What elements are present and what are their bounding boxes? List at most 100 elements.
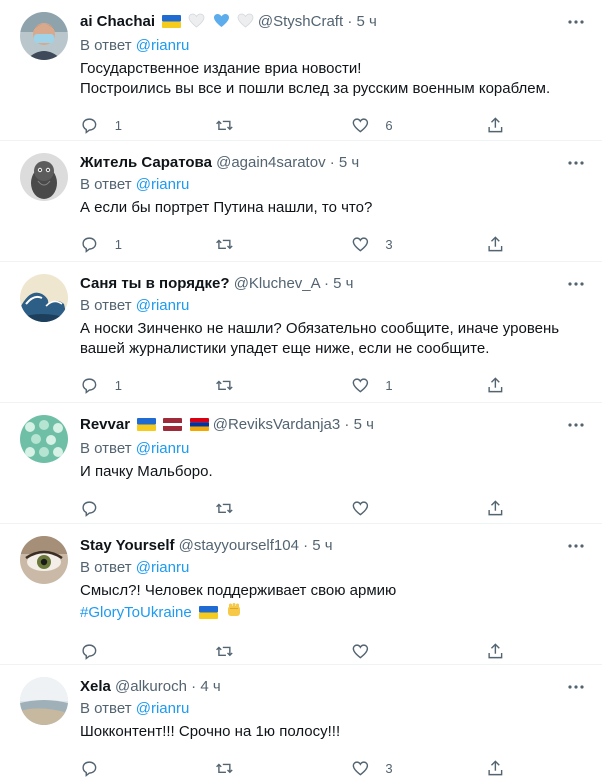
more-options-icon[interactable] — [566, 153, 586, 173]
heart-icon — [352, 501, 368, 516]
tweet-header: ai Chachai @StyshCraft · 5 ч — [80, 12, 586, 34]
retweet-icon — [216, 239, 234, 249]
timestamp[interactable]: 5 ч — [333, 275, 353, 292]
action-bar — [80, 488, 506, 528]
more-options-icon[interactable] — [566, 12, 586, 32]
like-count: 3 — [385, 760, 393, 776]
mention-link[interactable]: @rianru — [136, 297, 190, 314]
retweet-button[interactable] — [215, 759, 295, 778]
avatar[interactable] — [20, 415, 68, 463]
retweet-button[interactable] — [215, 235, 295, 254]
display-name[interactable]: Stay Yourself — [80, 537, 174, 554]
display-name[interactable]: Xela — [80, 678, 111, 695]
share-icon — [488, 116, 503, 132]
reply-button[interactable]: 1 — [80, 116, 160, 135]
like-button[interactable]: 6 — [351, 116, 431, 135]
share-button[interactable] — [486, 642, 506, 661]
more-options-icon[interactable] — [566, 536, 586, 556]
reply-prefix: В ответ — [80, 176, 132, 193]
tweet-text: А носки Зинченко не нашли? Обязательно с… — [80, 320, 560, 357]
timestamp[interactable]: 4 ч — [200, 678, 220, 695]
tweet-text: Шокконтент!!! Срочно на 1ю полосу!!! — [80, 723, 341, 740]
handle[interactable]: @StyshCraft — [258, 13, 343, 30]
like-button[interactable]: 3 — [351, 759, 431, 778]
handle[interactable]: @alkuroch — [115, 678, 187, 695]
like-button[interactable]: 3 — [351, 235, 431, 254]
mention-link[interactable]: @rianru — [136, 176, 190, 193]
handle[interactable]: @stayyourself104 — [179, 537, 299, 554]
retweet-button[interactable] — [215, 499, 295, 518]
like-button[interactable] — [351, 642, 431, 661]
reply-button[interactable]: 1 — [80, 376, 160, 395]
flag-am-icon — [189, 417, 209, 437]
flag-lv-icon — [163, 417, 183, 437]
reply-icon — [82, 237, 97, 253]
display-name[interactable]: Житель Саратова — [80, 154, 212, 171]
tweet-4[interactable]: Stay Yourself @stayyourself104 · 5 ч В о… — [0, 524, 602, 665]
handle[interactable]: @again4saratov — [216, 154, 325, 171]
reply-button[interactable] — [80, 642, 160, 661]
like-button[interactable]: 1 — [351, 376, 431, 395]
reply-button[interactable] — [80, 759, 160, 778]
share-button[interactable] — [486, 235, 506, 254]
mention-link[interactable]: @rianru — [136, 559, 190, 576]
retweet-icon — [216, 120, 234, 130]
handle[interactable]: @Kluchev_A — [234, 275, 320, 292]
blue-heart-icon — [213, 13, 230, 34]
retweet-icon — [216, 503, 234, 513]
retweet-button[interactable] — [215, 376, 295, 395]
reply-prefix: В ответ — [80, 700, 132, 717]
more-options-icon[interactable] — [566, 677, 586, 697]
separator: · — [344, 416, 350, 433]
tweet-3[interactable]: Revvar @ReviksVardanja3 · 5 ч В ответ @r… — [0, 403, 602, 524]
tweet-2[interactable]: Саня ты в порядке? @Kluchev_A · 5 ч В от… — [0, 262, 602, 403]
avatar[interactable] — [20, 12, 68, 60]
avatar[interactable] — [20, 677, 68, 725]
timestamp[interactable]: 5 ч — [354, 416, 374, 433]
separator: · — [347, 13, 353, 30]
timestamp[interactable]: 5 ч — [312, 537, 332, 554]
reply-button[interactable] — [80, 499, 160, 518]
separator: · — [329, 154, 335, 171]
tweet-5[interactable]: Xela @alkuroch · 4 ч В ответ @rianru Шок… — [0, 665, 602, 779]
reply-count: 1 — [114, 117, 122, 133]
tweet-0[interactable]: ai Chachai @StyshCraft · 5 ч В ответ @ri… — [0, 0, 602, 141]
retweet-button[interactable] — [215, 642, 295, 661]
more-options-icon[interactable] — [566, 274, 586, 294]
share-button[interactable] — [486, 499, 506, 518]
share-icon — [488, 235, 503, 251]
mention-link[interactable]: @rianru — [136, 37, 190, 54]
separator: · — [191, 678, 197, 695]
share-button[interactable] — [486, 376, 506, 395]
tweet-header: Xela @alkuroch · 4 ч — [80, 677, 586, 697]
timestamp[interactable]: 5 ч — [339, 154, 359, 171]
reply-context: В ответ @rianru — [80, 36, 586, 56]
mention-link[interactable]: @rianru — [136, 700, 190, 717]
more-options-icon[interactable] — [566, 415, 586, 435]
display-name[interactable]: Саня ты в порядке? — [80, 275, 230, 292]
retweet-button[interactable] — [215, 116, 295, 135]
reply-count: 1 — [114, 236, 122, 252]
avatar[interactable] — [20, 274, 68, 322]
reply-context: В ответ @rianru — [80, 699, 586, 719]
reply-context: В ответ @rianru — [80, 439, 586, 459]
avatar[interactable] — [20, 536, 68, 584]
display-name[interactable]: ai Chachai — [80, 13, 155, 30]
reply-count: 1 — [114, 377, 122, 393]
tweet-text-body: Смысл?! Человек поддерживает свою армию — [80, 582, 397, 599]
display-name[interactable]: Revvar — [80, 416, 130, 433]
mention-link[interactable]: @rianru — [136, 440, 190, 457]
tweet-header: Revvar @ReviksVardanja3 · 5 ч — [80, 415, 586, 437]
reply-button[interactable]: 1 — [80, 235, 160, 254]
retweet-icon — [216, 380, 234, 390]
tweet-1[interactable]: Житель Саратова @again4saratov · 5 ч В о… — [0, 141, 602, 262]
handle[interactable]: @ReviksVardanja3 — [213, 416, 341, 433]
hashtag-link[interactable]: #GloryToUkraine — [80, 604, 192, 621]
share-button[interactable] — [486, 116, 506, 135]
like-button[interactable] — [351, 499, 431, 518]
timestamp[interactable]: 5 ч — [356, 13, 376, 30]
avatar[interactable] — [20, 153, 68, 201]
share-button[interactable] — [486, 759, 506, 778]
tweet-header: Саня ты в порядке? @Kluchev_A · 5 ч — [80, 274, 586, 294]
separator: · — [303, 537, 309, 554]
